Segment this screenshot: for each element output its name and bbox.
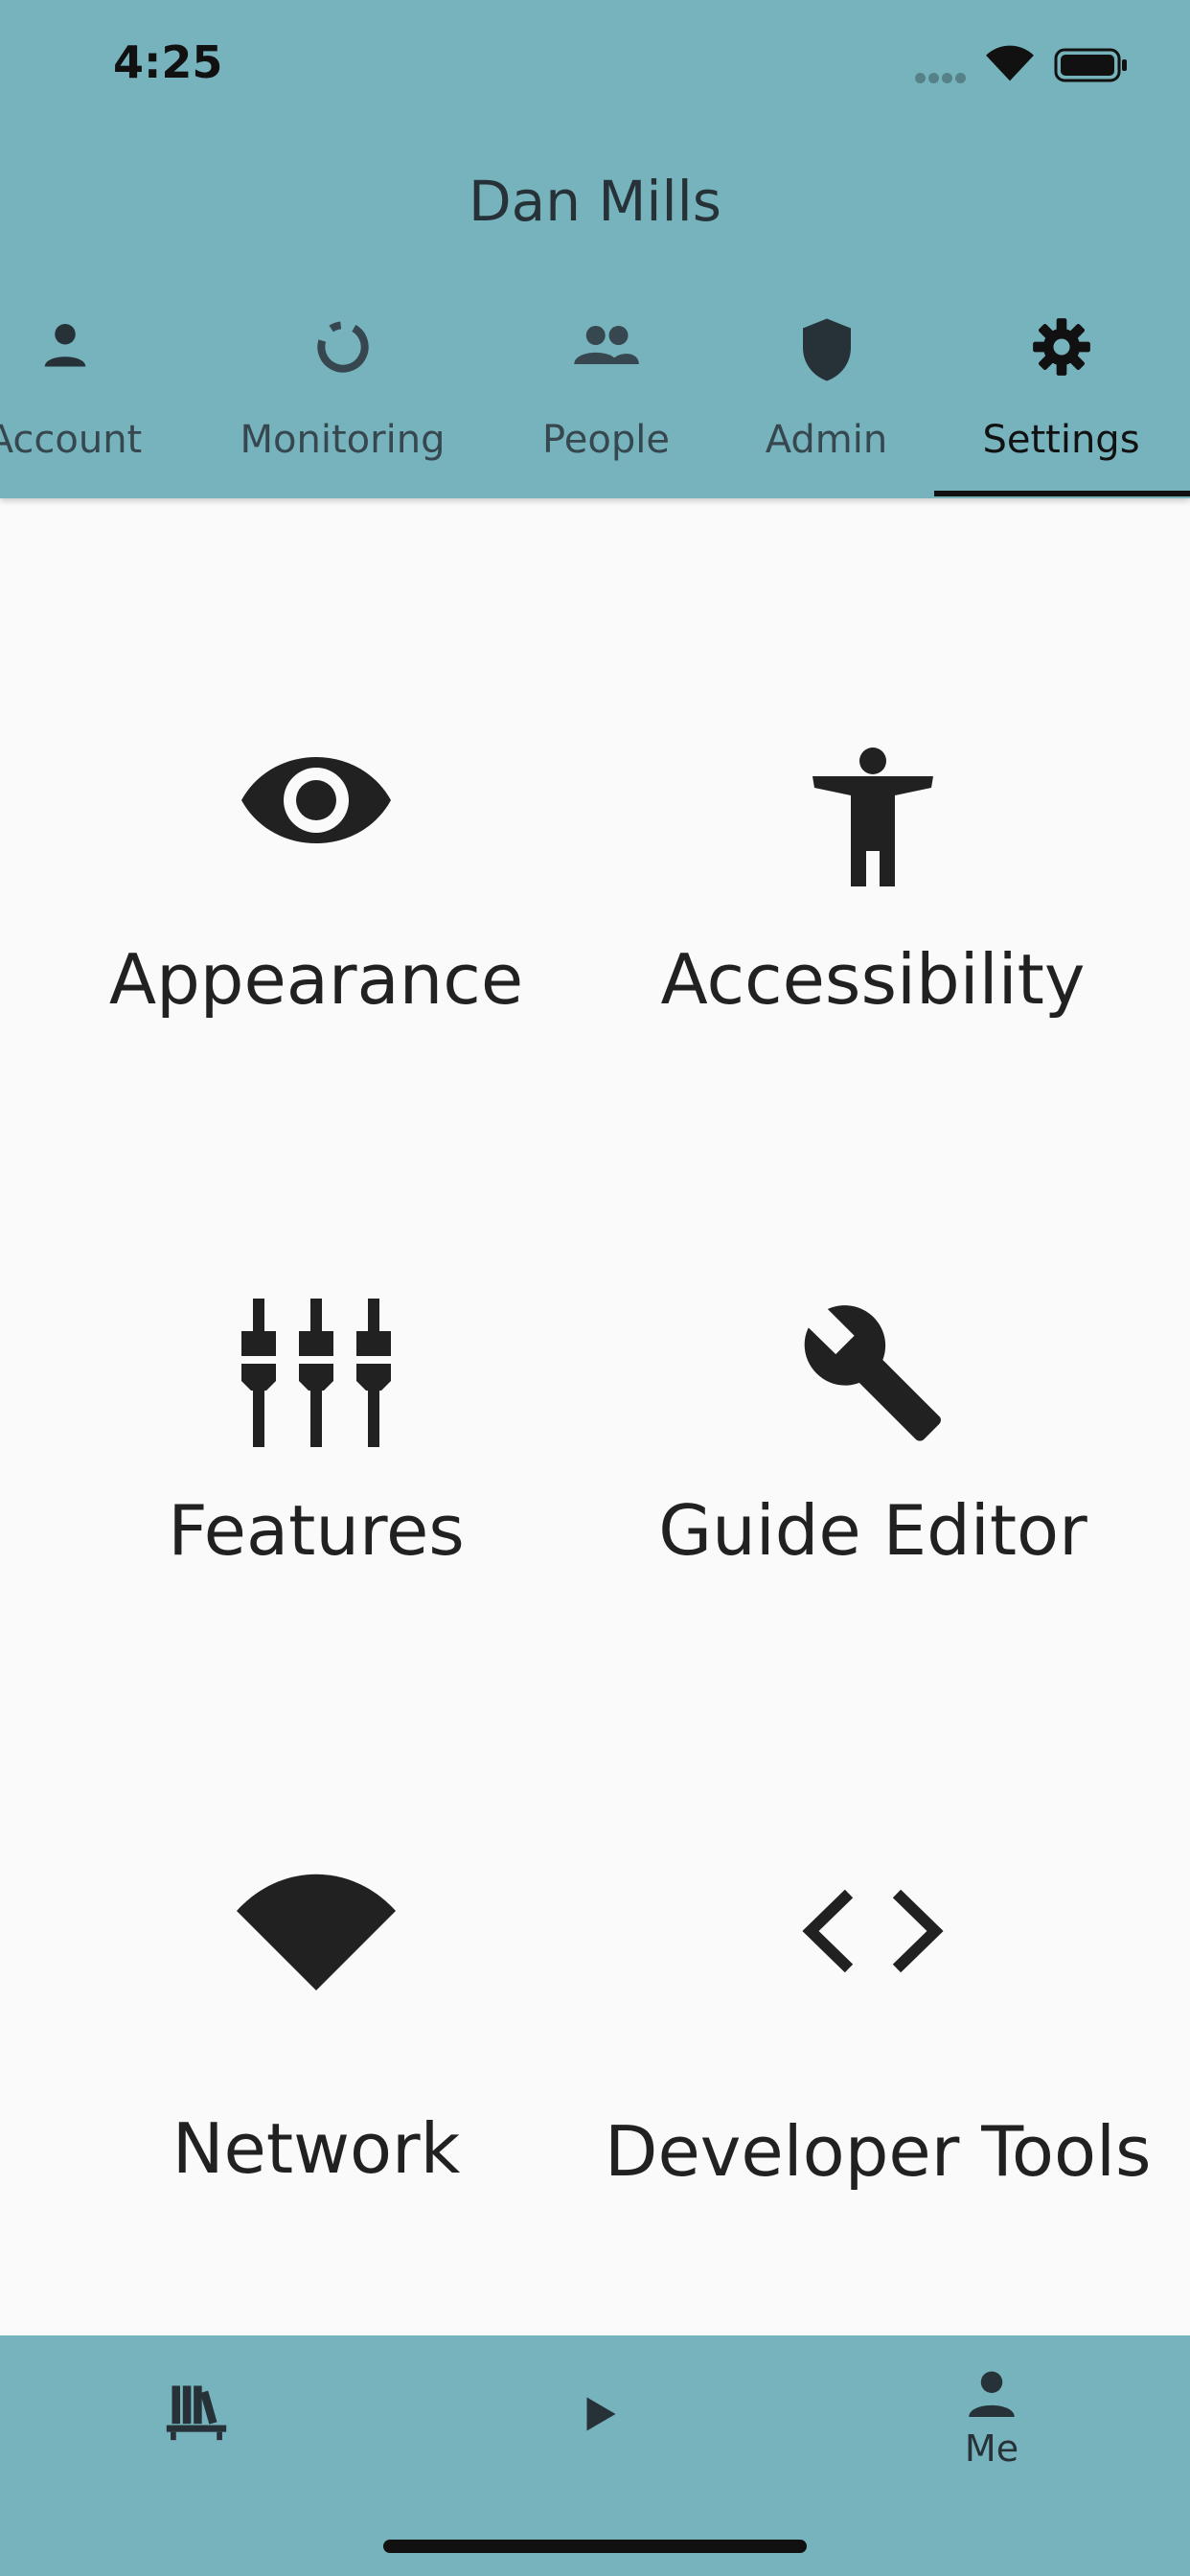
tab-people[interactable]: People <box>527 316 685 498</box>
code-icon <box>802 1889 944 1973</box>
tile-accessibility-label: Accessibility <box>660 939 1086 1020</box>
nav-play[interactable] <box>565 2385 632 2447</box>
tab-account[interactable]: Account <box>0 316 149 498</box>
tab-monitoring[interactable]: Monitoring <box>230 316 455 498</box>
tile-guide-editor[interactable]: Guide Editor <box>605 1299 1141 1759</box>
wrench-icon <box>804 1305 941 1441</box>
status-time: 4:25 <box>113 36 223 88</box>
app-header: 4:25 Dan Mills Account Monitoring People… <box>0 0 1190 498</box>
person-icon <box>44 324 85 367</box>
tile-features-label: Features <box>168 1490 465 1571</box>
tab-indicator <box>934 491 1190 496</box>
signal-icon <box>915 69 969 87</box>
tab-settings[interactable]: Settings <box>944 316 1179 498</box>
plugs-icon <box>240 1299 393 1447</box>
tab-monitoring-label: Monitoring <box>240 418 446 462</box>
home-indicator[interactable] <box>383 2540 807 2553</box>
tile-accessibility[interactable]: Accessibility <box>605 748 1141 1208</box>
tile-developer-tools[interactable]: Developer Tools <box>605 1888 1152 2348</box>
play-icon <box>586 2397 616 2431</box>
tile-appearance[interactable]: Appearance <box>48 748 584 1208</box>
eye-icon <box>241 757 391 843</box>
wifi-icon <box>986 45 1034 81</box>
tile-network[interactable]: Network <box>48 1874 584 2334</box>
shield-icon <box>802 318 851 381</box>
gear-icon <box>1032 318 1090 376</box>
tab-admin[interactable]: Admin <box>752 316 901 498</box>
tile-appearance-label: Appearance <box>108 939 524 1020</box>
person-icon <box>969 2371 1015 2417</box>
tile-developer-tools-label: Developer Tools <box>605 2111 1152 2192</box>
nav-library[interactable] <box>163 2378 230 2447</box>
progress-ring-icon <box>316 321 369 373</box>
tab-admin-label: Admin <box>765 418 888 462</box>
tile-guide-editor-label: Guide Editor <box>658 1490 1087 1571</box>
tab-people-label: People <box>542 418 670 462</box>
tab-account-label: Account <box>0 418 143 462</box>
wifi-wedge-icon <box>237 1874 396 1990</box>
people-icon <box>573 326 639 364</box>
page-title: Dan Mills <box>468 169 721 234</box>
nav-me[interactable]: Me <box>944 2364 1040 2470</box>
tile-features[interactable]: Features <box>48 1299 584 1759</box>
nav-me-label: Me <box>964 2427 1019 2470</box>
library-icon <box>166 2385 227 2441</box>
battery-icon <box>1054 48 1127 82</box>
tab-settings-label: Settings <box>982 418 1140 462</box>
tile-network-label: Network <box>172 2108 461 2189</box>
accessibility-icon <box>812 748 933 886</box>
